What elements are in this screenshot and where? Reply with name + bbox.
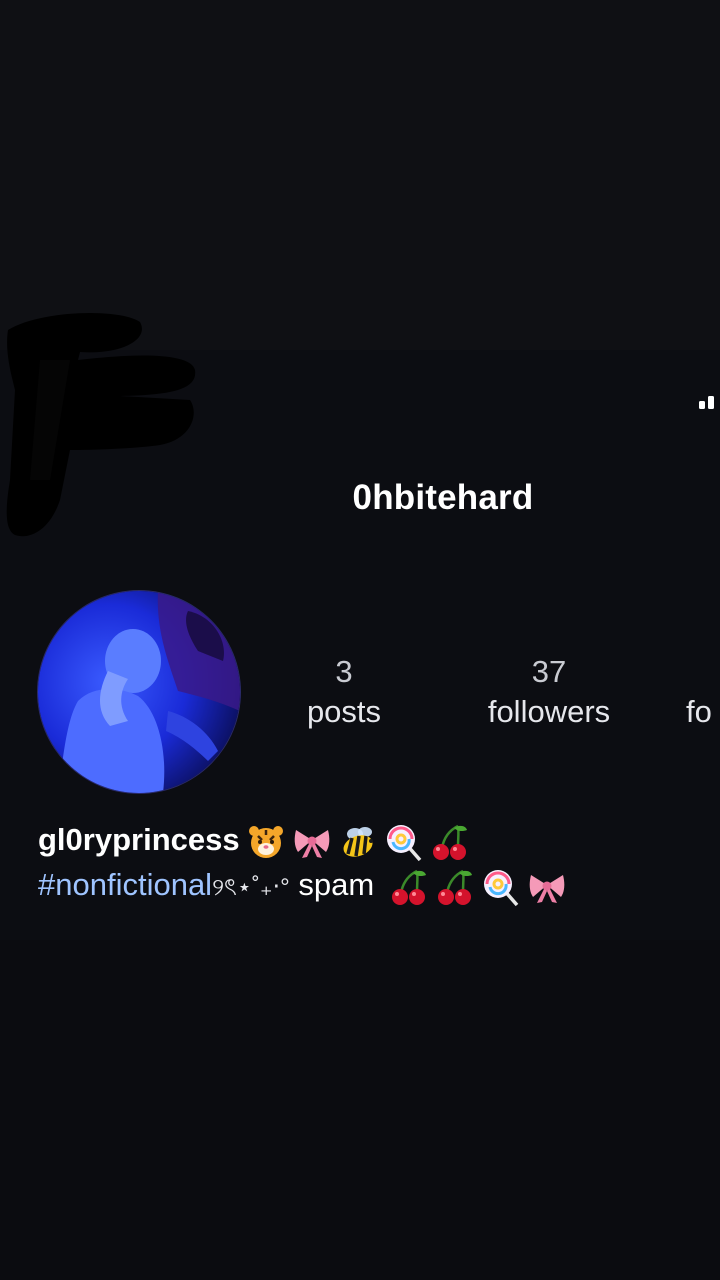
bio-spam-text: spam [298,867,375,903]
pink-bow-icon [292,822,332,862]
display-name-text: gl0ryprincess [38,822,240,858]
bio-decoration: ୨ৎ⋆˚₊‧° [212,874,290,902]
posts-count[interactable]: 3 posts [284,652,404,732]
cherries-icon [389,867,429,907]
signal-icon [699,396,714,409]
lollipop-icon [384,822,424,862]
avatar[interactable] [38,591,240,793]
cherries-icon [435,867,475,907]
followers-value: 37 [531,654,567,689]
bio-hashtag-link[interactable]: #nonfictional [38,867,212,902]
bio-text: #nonfictional୨ৎ⋆˚₊‧° spam [38,867,567,909]
following-value [686,652,720,692]
bee-icon [338,822,378,862]
following-count[interactable]: fo [686,652,720,732]
pink-bow-icon [527,867,567,907]
posts-value: 3 [335,654,353,689]
display-name: gl0ryprincess [38,822,470,862]
posts-label: posts [306,694,382,729]
avatar-photo [38,591,240,793]
lollipop-icon [481,867,521,907]
status-area [0,0,720,350]
cherries-icon [430,822,470,862]
profile-username: 0hbitehard [352,478,534,517]
followers-count[interactable]: 37 followers [469,652,629,732]
following-label: fo [686,694,712,729]
followers-label: followers [487,694,611,729]
tiger-face-icon [246,822,286,862]
